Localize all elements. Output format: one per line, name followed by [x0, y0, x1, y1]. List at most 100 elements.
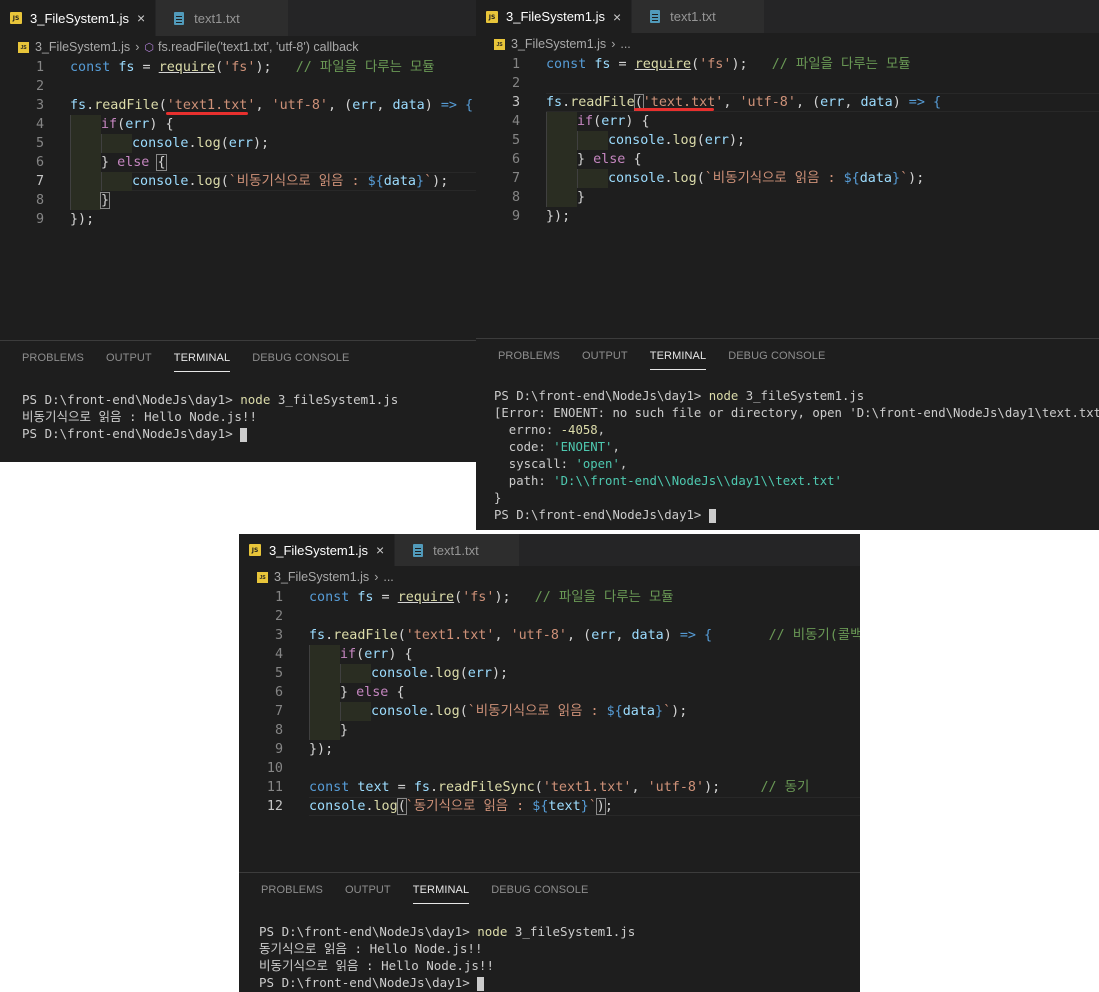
- terminal-line: syscall: 'open',: [494, 457, 628, 471]
- terminal-line: [Error: ENOENT: no such file or director…: [494, 406, 1099, 420]
- line-number: 6: [274, 685, 283, 700]
- terminal-line: PS D:\front-end\NodeJs\day1>: [22, 425, 476, 442]
- code-editor[interactable]: 1 const fs = require('fs'); // 파일을 다루는 모듈…: [476, 55, 1099, 335]
- line-number: 2: [274, 609, 283, 624]
- code-line: 2: [239, 607, 860, 626]
- tab-bar: JS 3_FileSystem1.js × text1.txt: [0, 0, 476, 36]
- code-line: 6} else {: [0, 153, 476, 172]
- line-number: 1: [35, 60, 44, 75]
- line-number: 7: [35, 174, 44, 189]
- line-number: 6: [35, 155, 44, 170]
- code-line: 8}: [0, 191, 476, 210]
- code-line: 1 const fs = require('fs'); // 파일을 다루는 모듈: [239, 588, 860, 607]
- code-editor[interactable]: 1 const fs = require('fs'); // 파일을 다루는 모듈…: [0, 58, 476, 338]
- tab-debug-console[interactable]: DEBUG CONSOLE: [252, 352, 349, 364]
- breadcrumb-file[interactable]: JS 3_FileSystem1.js: [494, 37, 606, 51]
- line-number: 5: [274, 666, 283, 681]
- code-line: 2: [0, 77, 476, 96]
- tab-bar: JS 3_FileSystem1.js × text1.txt: [476, 0, 1099, 33]
- terminal-cursor: [477, 976, 485, 991]
- tab-label: text1.txt: [433, 542, 479, 558]
- close-icon[interactable]: ×: [376, 542, 384, 558]
- editor-window-1: JS 3_FileSystem1.js × text1.txt JS 3_Fil…: [0, 0, 476, 462]
- line-number: 9: [35, 212, 44, 227]
- line-number: 8: [274, 723, 283, 738]
- line-number: 3: [35, 98, 44, 113]
- breadcrumb: JS 3_FileSystem1.js › ...: [239, 566, 860, 588]
- tab-text1-txt[interactable]: text1.txt: [156, 0, 289, 36]
- line-number: 9: [511, 209, 520, 224]
- tab-3-filesystem1-js[interactable]: JS 3_FileSystem1.js ×: [0, 0, 157, 36]
- tab-debug-console[interactable]: DEBUG CONSOLE: [491, 884, 588, 896]
- close-icon[interactable]: ×: [137, 10, 145, 26]
- javascript-file-icon: JS: [18, 41, 29, 53]
- code-line: 1 const fs = require('fs'); // 파일을 다루는 모듈: [476, 55, 1099, 74]
- error-highlight-underline: [166, 112, 248, 115]
- tab-terminal[interactable]: TERMINAL: [173, 352, 231, 372]
- terminal[interactable]: PS D:\front-end\NodeJs\day1> node 3_file…: [239, 923, 860, 991]
- panel-tabs: PROBLEMS OUTPUT TERMINAL DEBUG CONSOLE: [239, 873, 860, 907]
- code-line: 4 if(err) {: [476, 112, 1099, 131]
- terminal-line: PS D:\front-end\NodeJs\day1>: [259, 974, 860, 991]
- breadcrumb-file[interactable]: JS 3_FileSystem1.js: [18, 40, 130, 54]
- tab-terminal[interactable]: TERMINAL: [649, 350, 707, 370]
- code-line: 3 fs.readFile('text1.txt', 'utf-8', (err,…: [239, 626, 860, 645]
- line-number: 5: [511, 133, 520, 148]
- line-number: 2: [35, 79, 44, 94]
- tab-text1-txt[interactable]: text1.txt: [395, 534, 520, 566]
- code-line: 6} else {: [476, 150, 1099, 169]
- terminal-line: 비동기식으로 읽음 : Hello Node.js!!: [259, 958, 494, 973]
- tab-label: text1.txt: [670, 9, 716, 24]
- breadcrumb: JS 3_FileSystem1.js › ...: [476, 33, 1099, 55]
- code-line: 4 if(err) {: [0, 115, 476, 134]
- tab-label: 3_FileSystem1.js: [506, 9, 605, 24]
- terminal-cursor: [240, 427, 248, 442]
- close-icon[interactable]: ×: [613, 9, 621, 25]
- javascript-file-icon: JS: [494, 38, 505, 50]
- tab-terminal[interactable]: TERMINAL: [412, 884, 470, 904]
- breadcrumb-file[interactable]: JS 3_FileSystem1.js: [257, 570, 369, 584]
- tab-debug-console[interactable]: DEBUG CONSOLE: [728, 350, 825, 362]
- panel-tabs: PROBLEMS OUTPUT TERMINAL DEBUG CONSOLE: [0, 341, 476, 375]
- terminal-cursor: [708, 508, 716, 523]
- tab-problems[interactable]: PROBLEMS: [22, 352, 84, 364]
- tab-problems[interactable]: PROBLEMS: [498, 350, 560, 362]
- code-line: 3 fs.readFile('text.txt', 'utf-8', (err, …: [476, 93, 1099, 112]
- tab-output[interactable]: OUTPUT: [106, 352, 152, 364]
- breadcrumb-file-label: 3_FileSystem1.js: [511, 37, 607, 51]
- code-line: 10: [239, 759, 860, 778]
- tab-problems[interactable]: PROBLEMS: [261, 884, 323, 896]
- text-file-icon: [650, 10, 661, 23]
- chevron-right-icon: ›: [135, 40, 140, 54]
- tab-text1-txt[interactable]: text1.txt: [632, 0, 765, 33]
- tab-label: text1.txt: [194, 10, 240, 26]
- breadcrumb-file-label: 3_FileSystem1.js: [35, 40, 131, 54]
- tab-label: 3_FileSystem1.js: [30, 10, 129, 26]
- terminal-line: path: 'D:\\front-end\\NodeJs\\day1\\text…: [494, 474, 842, 488]
- line-number: 3: [274, 628, 283, 643]
- line-number: 4: [274, 647, 283, 662]
- terminal-line: PS D:\front-end\NodeJs\day1> node 3_file…: [22, 392, 399, 407]
- breadcrumb-symbol[interactable]: ...: [383, 570, 393, 584]
- code-line: 7 console.log(`비동기식으로 읽음 : ${data}`);: [239, 702, 860, 721]
- tab-3-filesystem1-js[interactable]: JS 3_FileSystem1.js ×: [476, 0, 633, 33]
- code-line: 4 if(err) {: [239, 645, 860, 664]
- tab-bar: JS 3_FileSystem1.js × text1.txt: [239, 534, 860, 566]
- line-number: 11: [266, 780, 283, 795]
- terminal-line: code: 'ENOENT',: [494, 440, 620, 454]
- tab-output[interactable]: OUTPUT: [582, 350, 628, 362]
- breadcrumb-symbol[interactable]: ...: [620, 37, 630, 51]
- code-line: 2: [476, 74, 1099, 93]
- terminal-line: errno: -4058,: [494, 423, 606, 437]
- terminal[interactable]: PS D:\front-end\NodeJs\day1> node 3_file…: [476, 388, 1099, 524]
- line-number: 12: [266, 799, 283, 814]
- breadcrumb: JS 3_FileSystem1.js › ⬡ fs.readFile('tex…: [0, 36, 476, 58]
- tab-output[interactable]: OUTPUT: [345, 884, 391, 896]
- code-line: 11 const text = fs.readFileSync('text1.tx…: [239, 778, 860, 797]
- code-line: 8}: [239, 721, 860, 740]
- breadcrumb-symbol[interactable]: fs.readFile('text1.txt', 'utf-8') callba…: [158, 40, 359, 54]
- tab-3-filesystem1-js[interactable]: JS 3_FileSystem1.js ×: [239, 534, 396, 566]
- line-number: 5: [35, 136, 44, 151]
- terminal[interactable]: PS D:\front-end\NodeJs\day1> node 3_file…: [0, 391, 476, 442]
- code-editor[interactable]: 1 const fs = require('fs'); // 파일을 다루는 모듈…: [239, 588, 860, 888]
